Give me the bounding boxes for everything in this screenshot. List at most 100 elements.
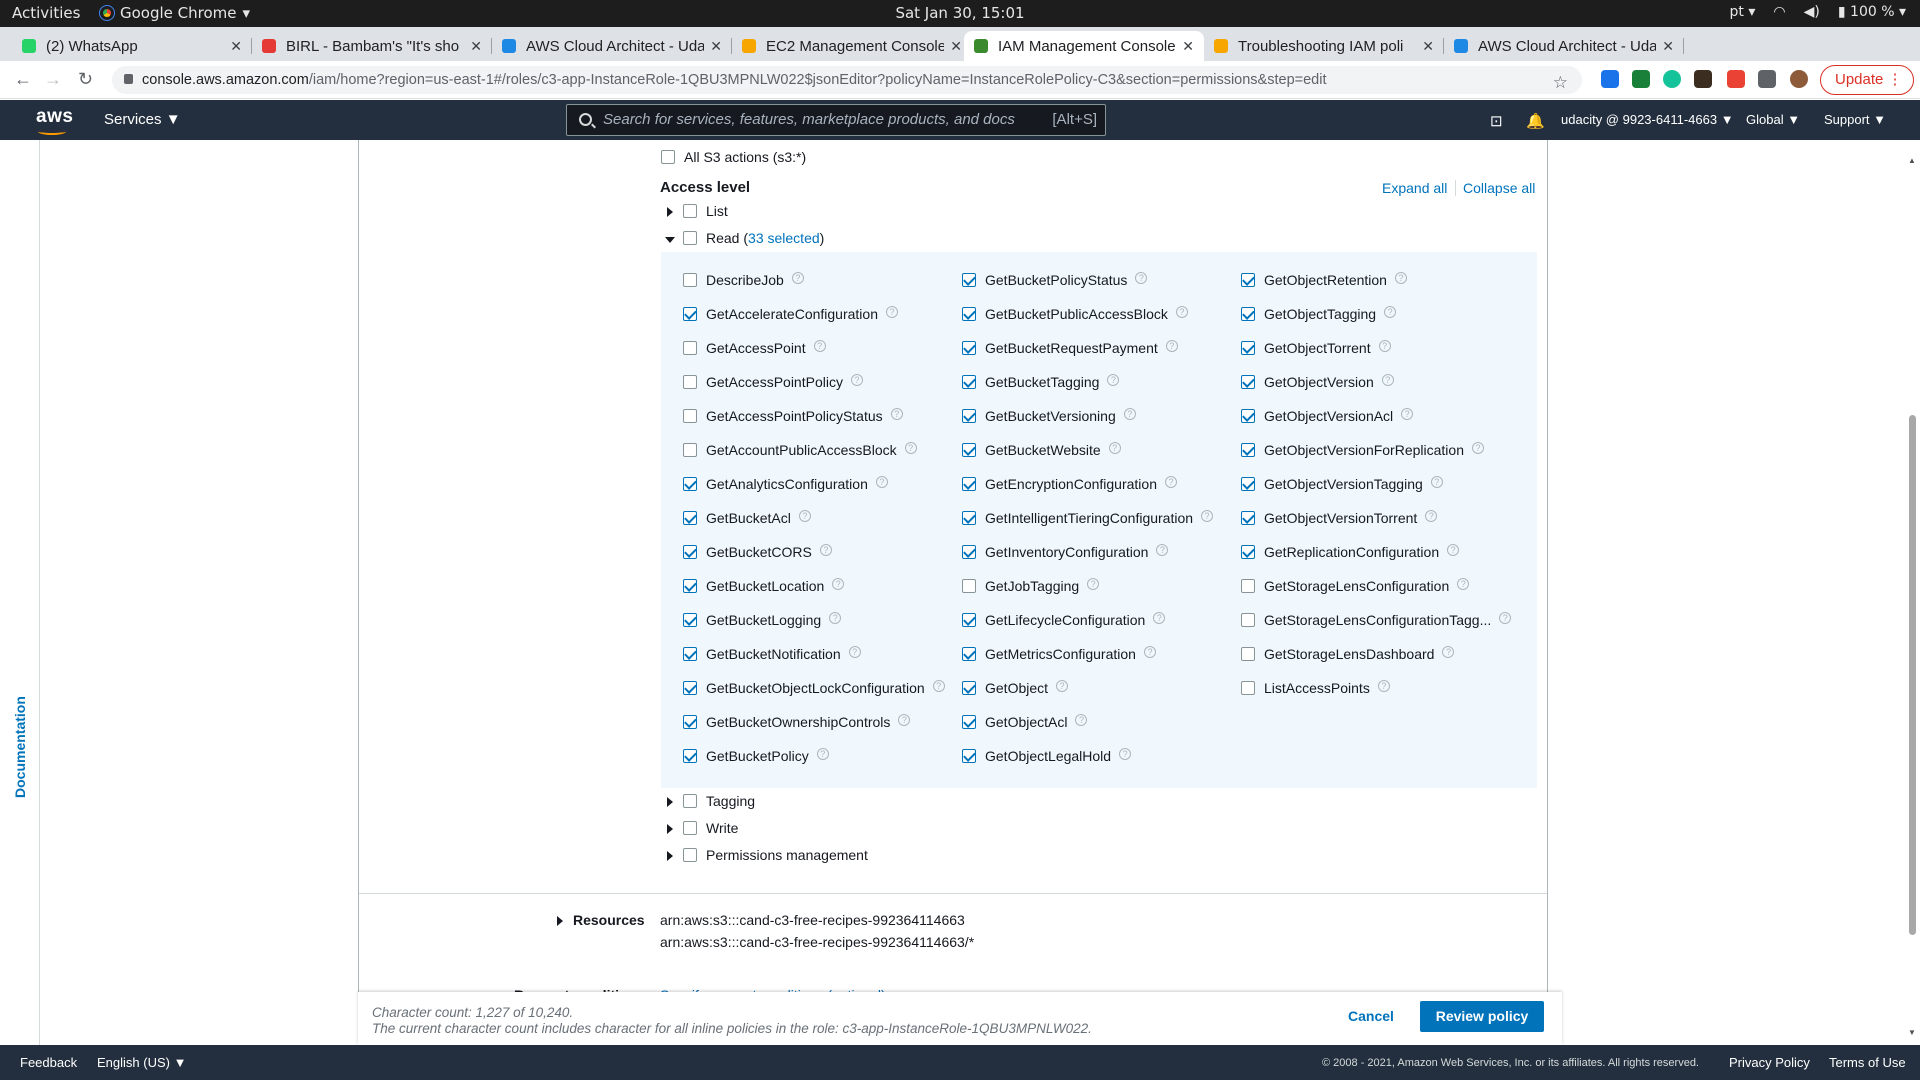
action-checkbox[interactable]: [683, 579, 697, 593]
action-label[interactable]: GetMetricsConfiguration: [985, 646, 1136, 662]
action-checkbox[interactable]: [683, 443, 697, 457]
tagging-group-label[interactable]: Tagging: [706, 793, 755, 809]
aws-logo[interactable]: aws: [36, 106, 73, 135]
browser-tab[interactable]: IAM Management Console ✕: [964, 31, 1204, 61]
action-checkbox[interactable]: [1241, 613, 1255, 627]
help-icon[interactable]: ?: [904, 442, 917, 454]
action-checkbox[interactable]: [683, 409, 697, 423]
action-checkbox[interactable]: [683, 715, 697, 729]
help-icon[interactable]: ?: [819, 544, 832, 556]
bookmark-star-icon[interactable]: ☆: [1553, 69, 1568, 94]
extension-icon[interactable]: [1632, 70, 1650, 88]
grammarly-icon[interactable]: [1663, 70, 1681, 88]
action-checkbox[interactable]: [683, 749, 697, 763]
action-checkbox[interactable]: [962, 477, 976, 491]
scrollbar-thumb[interactable]: [1909, 415, 1916, 935]
update-button[interactable]: Update ⋮: [1820, 65, 1914, 95]
write-group-checkbox[interactable]: [683, 821, 697, 835]
all-actions-checkbox[interactable]: [661, 150, 675, 164]
cloudshell-icon[interactable]: ⊡: [1490, 112, 1503, 130]
action-checkbox[interactable]: [962, 307, 976, 321]
extension-icon[interactable]: [1727, 70, 1745, 88]
help-icon[interactable]: ?: [791, 272, 804, 284]
help-icon[interactable]: ?: [1384, 306, 1397, 318]
action-checkbox[interactable]: [683, 375, 697, 389]
action-checkbox[interactable]: [962, 749, 976, 763]
action-checkbox[interactable]: [962, 579, 976, 593]
action-label[interactable]: GetAccelerateConfiguration: [706, 306, 878, 322]
action-checkbox[interactable]: [1241, 409, 1255, 423]
help-icon[interactable]: ?: [1143, 646, 1156, 658]
puzzle-icon[interactable]: [1758, 70, 1776, 88]
action-label[interactable]: GetStorageLensConfiguration: [1264, 578, 1449, 594]
action-label[interactable]: GetObjectTorrent: [1264, 340, 1371, 356]
reload-icon[interactable]: ↻: [78, 69, 93, 90]
feedback-link[interactable]: Feedback: [20, 1055, 77, 1070]
help-icon[interactable]: ?: [1175, 306, 1188, 318]
read-group-label[interactable]: Read (33 selected): [706, 230, 824, 246]
wifi-icon[interactable]: ◠: [1773, 4, 1785, 20]
battery-indicator[interactable]: ▮ 100 % ▾: [1838, 4, 1906, 20]
help-icon[interactable]: ?: [1165, 340, 1178, 352]
action-checkbox[interactable]: [962, 443, 976, 457]
action-label[interactable]: GetAccessPoint: [706, 340, 806, 356]
action-checkbox[interactable]: [1241, 681, 1255, 695]
action-label[interactable]: GetJobTagging: [985, 578, 1079, 594]
help-icon[interactable]: ?: [1123, 408, 1136, 420]
help-icon[interactable]: ?: [1394, 272, 1407, 284]
action-label[interactable]: GetBucketCORS: [706, 544, 812, 560]
action-label[interactable]: GetObjectVersionAcl: [1264, 408, 1393, 424]
action-checkbox[interactable]: [1241, 443, 1255, 457]
action-checkbox[interactable]: [962, 273, 976, 287]
action-label[interactable]: GetBucketWebsite: [985, 442, 1101, 458]
action-label[interactable]: GetLifecycleConfiguration: [985, 612, 1145, 628]
read-group-checkbox[interactable]: [683, 231, 697, 245]
search-input[interactable]: Search for services, features, marketpla…: [566, 104, 1106, 136]
browser-tab[interactable]: (2) WhatsApp ✕: [12, 31, 252, 61]
help-icon[interactable]: ?: [798, 510, 811, 522]
action-checkbox[interactable]: [962, 511, 976, 525]
help-icon[interactable]: ?: [816, 748, 829, 760]
action-label[interactable]: GetBucketLocation: [706, 578, 824, 594]
language-selector[interactable]: English (US) ▼: [97, 1055, 186, 1070]
scroll-down-icon[interactable]: ▼: [1908, 1028, 1916, 1037]
action-label[interactable]: GetObjectRetention: [1264, 272, 1387, 288]
collapse-read-icon[interactable]: [665, 237, 675, 243]
keyboard-layout[interactable]: pt ▾: [1730, 4, 1756, 20]
expand-write-icon[interactable]: [667, 824, 673, 834]
terms-of-use-link[interactable]: Terms of Use: [1829, 1055, 1906, 1070]
services-menu[interactable]: Services ▼: [104, 111, 181, 128]
action-checkbox[interactable]: [962, 545, 976, 559]
list-group-checkbox[interactable]: [683, 204, 697, 218]
action-label[interactable]: GetObjectVersionTagging: [1264, 476, 1423, 492]
action-checkbox[interactable]: [1241, 341, 1255, 355]
action-label[interactable]: GetInventoryConfiguration: [985, 544, 1148, 560]
expand-list-icon[interactable]: [667, 207, 673, 217]
avatar[interactable]: [1790, 70, 1808, 88]
review-policy-button[interactable]: Review policy: [1420, 1001, 1544, 1032]
close-tab-icon[interactable]: ✕: [1422, 38, 1434, 55]
action-label[interactable]: GetAnalyticsConfiguration: [706, 476, 868, 492]
expand-all-link[interactable]: Expand all: [1382, 180, 1447, 196]
action-label[interactable]: GetIntelligentTieringConfiguration: [985, 510, 1193, 526]
write-group-label[interactable]: Write: [706, 820, 738, 836]
documentation-tab[interactable]: Documentation: [12, 688, 28, 798]
action-checkbox[interactable]: [683, 681, 697, 695]
privacy-policy-link[interactable]: Privacy Policy: [1729, 1055, 1810, 1070]
action-checkbox[interactable]: [683, 341, 697, 355]
action-label[interactable]: GetBucketPolicy: [706, 748, 809, 764]
action-label[interactable]: GetBucketTagging: [985, 374, 1099, 390]
close-tab-icon[interactable]: ✕: [710, 38, 722, 55]
action-checkbox[interactable]: [962, 613, 976, 627]
action-checkbox[interactable]: [962, 715, 976, 729]
action-label[interactable]: GetBucketNotification: [706, 646, 841, 662]
action-checkbox[interactable]: [962, 375, 976, 389]
region-menu[interactable]: Global ▼: [1746, 112, 1800, 127]
help-icon[interactable]: ?: [1472, 442, 1484, 454]
expand-tagging-icon[interactable]: [667, 797, 673, 807]
address-bar[interactable]: console.aws.amazon.com/iam/home?region=u…: [112, 66, 1582, 94]
action-label[interactable]: GetObject: [985, 680, 1048, 696]
action-label[interactable]: GetBucketLogging: [706, 612, 821, 628]
action-checkbox[interactable]: [683, 511, 697, 525]
expand-permissions-icon[interactable]: [667, 851, 673, 861]
